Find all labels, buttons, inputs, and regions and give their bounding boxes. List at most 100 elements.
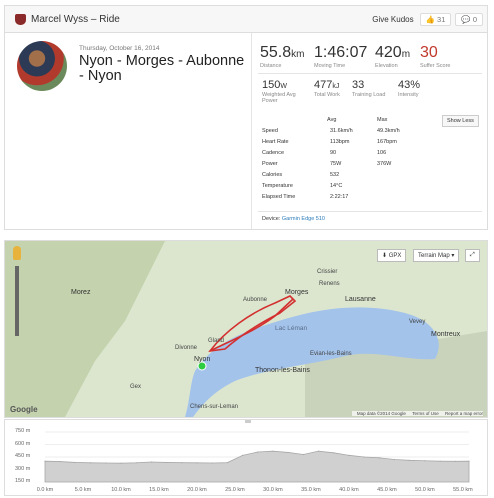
map-label: Divonne	[175, 345, 198, 351]
elevation-area	[44, 450, 470, 483]
show-less-button[interactable]: Show Less	[442, 115, 479, 127]
stat-intensity: 43% Intensity	[398, 79, 421, 98]
x-tick-label: 55.0 km	[453, 487, 473, 493]
table-header-avg: Avg	[327, 117, 337, 123]
fullscreen-icon[interactable]: ⤢	[465, 249, 480, 262]
device-info: Device: Garmin Edge 510	[262, 216, 325, 222]
elevation-point	[454, 460, 456, 462]
elevation-chart-card: 750 m 600 m 450 m 300 m 150 m 0.0 km 5.0 km 10…	[4, 419, 488, 496]
table-header-max: Max	[377, 117, 388, 123]
elevation-point	[348, 454, 350, 456]
activity-header-card: Marcel Wyss – Ride Give Kudos 👍 31 💬 0 T…	[4, 5, 488, 230]
elevation-point	[120, 462, 122, 464]
street-view-pegman-icon[interactable]	[13, 246, 21, 260]
table-row: Heart Rate 113bpm 167bpm	[262, 139, 397, 145]
stat-suffer-score[interactable]: 30 Suffer Score	[420, 44, 450, 69]
x-tick-label: 35.0 km	[301, 487, 321, 493]
elevation-point	[257, 451, 259, 453]
give-kudos-link[interactable]: Give Kudos	[372, 15, 413, 24]
x-tick-label: 40.0 km	[339, 487, 359, 493]
stat-total-work: 477kJ Total Work	[314, 79, 340, 98]
map-label: Morez	[71, 289, 91, 296]
activity-stats: 55.8km Distance 1:46:07 Moving Time 420m…	[251, 33, 488, 229]
map-label: Gex	[130, 384, 142, 390]
zoom-slider[interactable]	[15, 266, 19, 336]
table-row: Temperature 14°C	[262, 183, 343, 189]
elevation-point	[241, 454, 244, 456]
y-tick-label: 300 m	[15, 465, 31, 472]
kudos-count: 31	[437, 14, 446, 24]
elevation-point	[165, 461, 168, 464]
elevation-point	[363, 456, 365, 458]
map-label: Crissier	[317, 269, 338, 275]
elevation-point	[150, 461, 152, 463]
elevation-point	[44, 460, 46, 462]
activity-date: Thursday, October 16, 2014	[79, 45, 160, 52]
map-label: Chens-sur-Leman	[190, 404, 239, 410]
elevation-point	[333, 452, 335, 454]
map-label: Morges	[285, 289, 309, 296]
report-map-error-link[interactable]: Report a map error	[445, 411, 483, 416]
map-label: Lausanne	[345, 296, 376, 303]
stat-moving-time: 1:46:07 Moving Time	[314, 44, 368, 69]
x-tick-label: 5.0 km	[74, 487, 92, 493]
table-row: Cadence 90 106	[262, 150, 387, 156]
map-type-select[interactable]: Terrain Map ▾	[413, 249, 460, 262]
y-tick-label: 150 m	[15, 478, 31, 484]
elevation-point	[468, 460, 470, 462]
map-label: Renens	[319, 281, 340, 287]
map-card: ⬇ GPX Terrain Map ▾ ⤢ Morez Nyon Gland M…	[4, 240, 488, 418]
elevation-point	[409, 459, 411, 461]
kudos-count-button[interactable]: 👍 31	[419, 12, 452, 26]
terms-link[interactable]: Terms of Use	[412, 411, 439, 416]
elevation-point	[302, 453, 304, 456]
elevation-point	[59, 460, 61, 463]
map-label: Gland	[208, 338, 225, 344]
map-label: Evian-les-Bains	[310, 351, 352, 357]
elevation-point	[226, 462, 228, 464]
table-row: Power 75W 376W	[262, 161, 392, 167]
elevation-point	[211, 462, 213, 464]
activity-header-bar: Marcel Wyss – Ride Give Kudos 👍 31 💬 0	[5, 6, 487, 33]
stat-distance: 55.8km Distance	[260, 44, 305, 69]
elevation-point	[196, 462, 198, 464]
elevation-point	[378, 457, 380, 459]
google-logo: Google	[10, 405, 38, 414]
comments-count-button[interactable]: 💬 0	[455, 12, 483, 26]
map-label: Lac Léman	[275, 325, 308, 332]
map-attribution: Map data ©2014 Google Terms of Use Repor…	[351, 411, 483, 416]
x-tick-label: 15.0 km	[149, 487, 169, 493]
x-tick-label: 50.0 km	[415, 487, 435, 493]
divider	[258, 73, 482, 74]
route-map[interactable]: ⬇ GPX Terrain Map ▾ ⤢ Morez Nyon Gland M…	[5, 241, 487, 417]
stat-weighted-power: 150W Weighted Avg Power	[262, 79, 296, 104]
x-tick-label: 0.0 km	[36, 487, 54, 493]
comments-count: 0	[472, 14, 477, 24]
table-row: Speed 31.6km/h 49.3km/h	[262, 128, 400, 134]
y-tick-label: 750 m	[15, 428, 31, 434]
elevation-point	[272, 450, 274, 452]
activity-summary: Thursday, October 16, 2014 Nyon - Morges…	[5, 33, 250, 229]
x-tick-label: 10.0 km	[111, 487, 131, 493]
table-row: Calories 532	[262, 172, 340, 178]
stat-training-load: 33 Training Load	[352, 79, 386, 98]
elevation-point	[105, 462, 107, 464]
elevation-point	[135, 462, 137, 464]
elevation-point	[181, 462, 183, 464]
x-tick-label: 45.0 km	[377, 487, 397, 493]
elevation-point	[287, 451, 289, 454]
avatar[interactable]	[17, 41, 67, 91]
elevation-point	[89, 462, 92, 464]
map-label: Vevey	[409, 319, 426, 325]
divider	[258, 211, 482, 212]
map-label: Nyon	[194, 356, 211, 363]
map-terrain	[5, 241, 487, 417]
elevation-point	[317, 450, 320, 452]
stat-elevation: 420m Elevation	[375, 44, 411, 69]
table-row: Elapsed Time 2:22:17	[262, 194, 349, 200]
x-tick-label: 20.0 km	[187, 487, 207, 493]
map-label: Aubonne	[243, 297, 268, 303]
elevation-chart[interactable]	[5, 420, 487, 497]
device-link[interactable]: Garmin Edge 510	[282, 216, 325, 222]
gpx-download-button[interactable]: ⬇ GPX	[377, 249, 407, 262]
